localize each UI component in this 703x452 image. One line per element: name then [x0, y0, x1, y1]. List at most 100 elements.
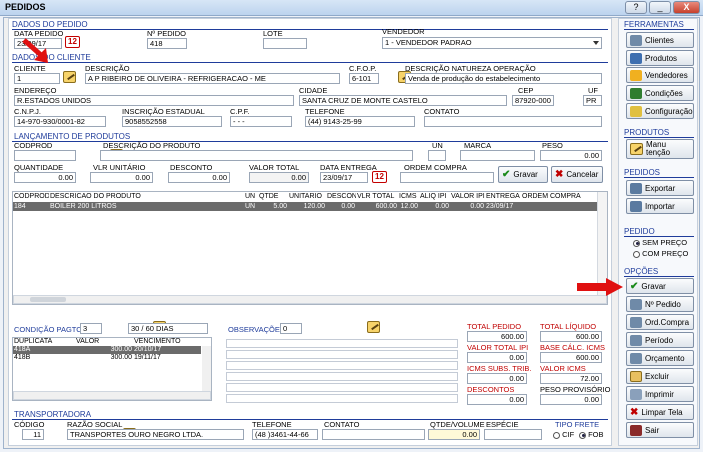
cell-entrega: 23/09/17 [486, 203, 514, 210]
marca-field[interactable] [460, 150, 535, 161]
sair-button[interactable]: Sair [626, 422, 694, 438]
cliente-field[interactable]: 1 [14, 73, 60, 84]
manutencao-button[interactable]: Manu tenção [626, 139, 694, 159]
observacoes-num[interactable]: 0 [280, 323, 302, 334]
sem-preco-option[interactable]: SEM PREÇO [633, 238, 687, 247]
gravar-item-button[interactable]: ✔ Gravar [498, 166, 548, 183]
cond-pagto-num[interactable]: 3 [80, 323, 102, 334]
duplicatas-hscrollbar[interactable] [13, 391, 211, 400]
limpar-tela-button[interactable]: ✖ Limpar Tela [626, 404, 694, 420]
ord-compra-button[interactable]: Ord.Compra [626, 314, 694, 330]
cond-pagto-value[interactable]: 30 / 60 DIAS [128, 323, 208, 334]
contato-field[interactable] [424, 116, 602, 127]
duplicatas-vscrollbar[interactable] [202, 346, 211, 392]
search-cliente-icon[interactable] [63, 71, 76, 83]
data-entrega-field[interactable]: 23/09/17 [320, 172, 368, 183]
num-pedido-field[interactable]: 418 [147, 38, 187, 49]
codprod-field[interactable] [14, 150, 76, 161]
cep-field[interactable]: 87920-000 [512, 95, 554, 106]
codigo-field[interactable]: 11 [22, 429, 44, 440]
com-preco-option[interactable]: COM PREÇO [633, 249, 688, 258]
num-pedido-label: Nº PEDIDO [147, 29, 186, 38]
itens-grid[interactable]: CODPROD DESCRICAO DO PRODUTO UN QTDE UNI… [12, 191, 608, 305]
razao-field[interactable]: TRANSPORTES OURO NEGRO LTDA. [67, 429, 244, 440]
cidade-field[interactable]: SANTA CRUZ DE MONTE CASTELO [299, 95, 507, 106]
un-field[interactable] [428, 150, 446, 161]
obs-line[interactable] [226, 394, 458, 403]
minimize-button[interactable]: _ [649, 1, 671, 14]
duplicatas-grid[interactable]: DUPLICATA VALOR VENCIMENTO 418A 300.00 2… [12, 337, 212, 401]
title-bar: PEDIDOS ? _ X [0, 0, 703, 16]
close-button[interactable]: X [673, 1, 700, 14]
periodo-button[interactable]: Período [626, 332, 694, 348]
descricao-field[interactable]: A P RIBEIRO DE OLIVEIRA - REFRIGERACAO -… [85, 73, 340, 84]
ie-field[interactable]: 9058552558 [122, 116, 222, 127]
lote-field[interactable] [263, 38, 307, 49]
cell-valor: 300.00 [110, 354, 132, 361]
table-row[interactable]: 418A 300.00 20/10/17 [13, 346, 201, 354]
uf-field[interactable]: PR [583, 95, 602, 106]
total-pedido-field: 600.00 [467, 331, 527, 342]
obs-line[interactable] [226, 383, 458, 392]
scroll-thumb[interactable] [30, 297, 66, 302]
sem-preco-label: SEM PREÇO [642, 238, 688, 247]
calendar-icon[interactable]: 12 [65, 36, 80, 48]
obs-line[interactable] [226, 339, 458, 348]
qtde-volume-field[interactable]: 0.00 [428, 429, 480, 440]
configuracao-button[interactable]: Configuração [626, 103, 694, 119]
itens-hscrollbar[interactable] [13, 295, 607, 304]
ordem-compra-field[interactable] [400, 172, 494, 183]
excluir-label: Excluir [645, 371, 670, 381]
obs-line[interactable] [226, 372, 458, 381]
endereco-field[interactable]: R.ESTADOS UNIDOS [14, 95, 294, 106]
check-icon: ✔ [630, 280, 639, 292]
natureza-field[interactable]: Venda de produção do estabelecimento [405, 73, 602, 84]
col-un: UN [245, 193, 256, 200]
frete-cif-option[interactable]: CIF [553, 430, 574, 439]
num-pedido-button[interactable]: Nº Pedido [626, 296, 694, 312]
quantidade-field[interactable]: 0.00 [14, 172, 76, 183]
radio-sem-preco[interactable] [633, 239, 640, 247]
frete-fob-option[interactable]: FOB [579, 430, 604, 439]
cpf-field[interactable]: - - - [230, 116, 292, 127]
section-dados-pedido: DADOS DO PEDIDO [12, 20, 88, 29]
transp-contato-field[interactable] [322, 429, 425, 440]
imprimir-button[interactable]: Imprimir [626, 386, 694, 402]
cnpj-field[interactable]: 14-970-930/0001-82 [14, 116, 106, 127]
orcamento-button[interactable]: Orçamento [626, 350, 694, 366]
obs-line[interactable] [226, 361, 458, 370]
help-button[interactable]: ? [625, 1, 647, 14]
condicoes-label: Condições [645, 88, 683, 98]
cancelar-item-button[interactable]: ✖ Cancelar [551, 166, 603, 183]
importar-button[interactable]: Importar [626, 198, 694, 214]
obs-line[interactable] [226, 350, 458, 359]
limpar-tela-label: Limpar Tela [641, 407, 683, 417]
peso-field[interactable]: 0.00 [540, 150, 602, 161]
radio-cif[interactable] [553, 431, 560, 439]
radio-com-preco[interactable] [633, 250, 640, 258]
edit-obs-icon[interactable] [366, 321, 380, 333]
col-entrega: ENTREGA [486, 193, 520, 200]
excluir-button[interactable]: Excluir [626, 368, 694, 384]
vendedores-button[interactable]: Vendedores [626, 67, 694, 83]
especie-field[interactable] [484, 429, 542, 440]
transp-tel-field[interactable]: (48 )3461-44-66 [252, 429, 318, 440]
cfop-label: C.F.O.P. [349, 64, 377, 73]
cfop-field[interactable]: 6-101 [349, 73, 379, 84]
vendedor-select[interactable]: 1 - VENDEDOR PADRAO [382, 37, 602, 49]
produtos-button[interactable]: Produtos [626, 50, 694, 66]
desconto-field[interactable]: 0.00 [168, 172, 230, 183]
table-row[interactable]: 418B 300.00 19/11/17 [13, 354, 201, 362]
table-row[interactable]: 184 BOILER 200 LITROS UN 5.00 120.00 0.0… [13, 202, 597, 211]
condicoes-button[interactable]: Condições [626, 85, 694, 101]
clientes-button[interactable]: Clientes [626, 32, 694, 48]
telefone-field[interactable]: (44) 9143-25-99 [305, 116, 415, 127]
gravar-button[interactable]: ✔ Gravar [626, 278, 694, 294]
radio-fob[interactable] [579, 431, 586, 439]
descricao-produto-field[interactable] [100, 150, 413, 161]
section-divider [12, 62, 608, 63]
exportar-button[interactable]: Exportar [626, 180, 694, 196]
vlr-unitario-field[interactable]: 0.00 [90, 172, 153, 183]
lote-label: LOTE [263, 29, 283, 38]
calendar-icon[interactable]: 12 [372, 171, 387, 183]
